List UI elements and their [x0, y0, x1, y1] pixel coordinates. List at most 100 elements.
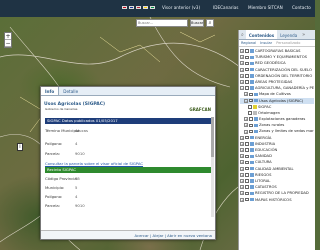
subtab-regional[interactable]: Regional — [241, 41, 256, 45]
folder-icon — [249, 154, 254, 159]
tab-detalle[interactable]: Detalle — [59, 87, 82, 95]
zoom-out-button[interactable]: − — [5, 40, 11, 47]
expand-icon[interactable]: + — [240, 67, 244, 72]
nav-idecanarias[interactable]: IDECanarias — [213, 5, 238, 10]
flag-it-icon[interactable] — [150, 6, 155, 9]
layer-checkbox[interactable] — [245, 154, 249, 159]
folder-icon — [253, 129, 258, 134]
collapse-icon[interactable]: − — [240, 86, 244, 91]
layer-checkbox[interactable] — [245, 49, 249, 53]
expand-icon[interactable]: + — [240, 49, 244, 54]
layer-checkbox[interactable] — [249, 123, 253, 128]
folder-icon — [249, 173, 254, 177]
section-sigpac-header: SIGPAC Datos publicados 01/05/2017 — [45, 118, 211, 124]
layer-checkbox[interactable] — [245, 148, 249, 152]
folder-icon — [249, 142, 254, 146]
layer-checkbox[interactable] — [245, 191, 249, 196]
nav-visor-anterior[interactable]: Visor anterior (v3) — [162, 5, 200, 10]
expand-icon[interactable]: + — [240, 55, 244, 60]
tab-contenidos[interactable]: Contenidos — [245, 30, 278, 39]
tab-info[interactable]: Info — [41, 87, 60, 95]
expand-icon[interactable]: + — [240, 141, 244, 146]
layer-checkbox[interactable] — [245, 173, 249, 177]
layer-checkbox[interactable] — [245, 179, 249, 183]
layer-checkbox[interactable] — [245, 185, 249, 189]
expand-icon[interactable]: + — [240, 179, 244, 184]
tab-leyenda[interactable]: Leyenda — [277, 30, 300, 39]
layer-checkbox[interactable] — [245, 67, 249, 72]
layer-checkbox[interactable] — [245, 74, 249, 78]
field-parcela-2: Parcela: 9010 — [45, 203, 85, 208]
sigpac-visor-link[interactable]: Consultar la parcela sobre el visor ofic… — [45, 161, 143, 166]
folder-icon — [249, 197, 254, 202]
panel-subtabs: Regional Insular Personalizado — [239, 40, 315, 47]
layer-checkbox[interactable] — [248, 105, 252, 109]
flag-en-icon[interactable] — [136, 6, 141, 9]
expand-icon[interactable]: + — [240, 135, 244, 140]
folder-icon — [249, 74, 254, 78]
flag-eu-icon[interactable] — [129, 6, 134, 9]
subtab-insular[interactable]: Insular — [260, 41, 272, 45]
popup-footer-actions[interactable]: Acercar | Alejar | Abrir en nueva ventan… — [41, 230, 215, 239]
nav-contacto[interactable]: Contacto — [292, 5, 311, 10]
layer-checkbox[interactable] — [249, 92, 253, 97]
expand-icon[interactable]: + — [244, 92, 248, 97]
layer-checkbox[interactable] — [249, 129, 253, 134]
scrollbar-thumb[interactable] — [211, 117, 214, 157]
layer-checkbox[interactable]: ✓ — [249, 98, 253, 103]
layer-checkbox[interactable] — [248, 111, 252, 115]
expand-icon[interactable]: + — [240, 166, 244, 171]
layer-checkbox[interactable] — [245, 80, 249, 84]
zoom-in-button[interactable]: + — [5, 33, 11, 40]
popup-scrollbar[interactable] — [211, 117, 214, 217]
expand-icon[interactable]: + — [240, 172, 244, 177]
expand-icon[interactable]: + — [240, 160, 244, 165]
nav-miembro-sitcan[interactable]: Miembro SITCAN — [248, 5, 283, 10]
folder-icon — [249, 148, 254, 152]
layer-checkbox[interactable] — [245, 86, 249, 90]
collapse-icon[interactable]: − — [244, 98, 248, 103]
search-input[interactable] — [136, 19, 188, 27]
zoom-control: + − — [4, 32, 12, 48]
field-codigo-provincia: Código Provincia: 35 — [45, 176, 80, 181]
expand-icon[interactable]: + — [240, 191, 244, 196]
expand-icon[interactable]: + — [240, 148, 244, 153]
layer-checkbox[interactable] — [245, 142, 249, 146]
search-button[interactable]: Buscar — [190, 19, 204, 27]
layer-checkbox[interactable] — [245, 197, 249, 202]
expand-icon[interactable]: + — [240, 154, 244, 159]
expand-icon[interactable]: + — [240, 61, 244, 66]
layer-checkbox[interactable] — [245, 160, 249, 165]
layers-panel: ⌕ Contenidos Leyenda » Regional Insular … — [238, 30, 315, 250]
flag-es-icon[interactable] — [122, 6, 127, 9]
expand-icon[interactable]: + — [240, 73, 244, 78]
grafcan-logo: GRAFCAN — [189, 107, 211, 112]
folder-icon — [249, 86, 254, 90]
language-flags[interactable] — [122, 6, 155, 9]
layer-tree-item[interactable]: + MAPAS HISTÓRICOS — [240, 197, 314, 203]
subtab-personalizado[interactable]: Personalizado — [276, 41, 300, 45]
expand-icon[interactable]: + — [240, 197, 244, 202]
folder-icon — [253, 123, 258, 128]
gobierno-canarias-logo: Gobierno de Canarias — [45, 107, 78, 111]
layer-checkbox[interactable] — [245, 61, 249, 66]
expand-icon[interactable]: + — [240, 185, 244, 190]
expand-icon[interactable]: + — [244, 123, 248, 128]
expand-icon[interactable]: + — [240, 80, 244, 85]
expand-icon[interactable]: + — [244, 129, 248, 134]
chevron-right-icon[interactable]: » — [300, 30, 307, 39]
search-icon[interactable]: ⌕ — [206, 19, 214, 27]
layer-checkbox[interactable] — [245, 55, 249, 60]
layer-tree-item[interactable]: − ✓ Usos Agrícolas (SIGPAC) — [240, 97, 314, 104]
layer-checkbox[interactable] — [245, 135, 249, 140]
field-termino: Término Municipal: Arucas — [45, 128, 88, 133]
layer-checkbox[interactable] — [245, 166, 249, 171]
layer-tree: + CARTOGRAFIAS BASICAS + TURISMO Y EQUIPAMI… — [239, 47, 315, 204]
flag-de-icon[interactable] — [143, 6, 148, 9]
folder-icon — [249, 160, 254, 165]
folder-icon — [249, 135, 254, 140]
layer-checkbox[interactable] — [249, 117, 253, 121]
map-marker-icon[interactable]: i — [17, 143, 23, 151]
expand-icon[interactable]: + — [244, 117, 248, 122]
search-icon[interactable]: ⌕ — [239, 30, 246, 39]
